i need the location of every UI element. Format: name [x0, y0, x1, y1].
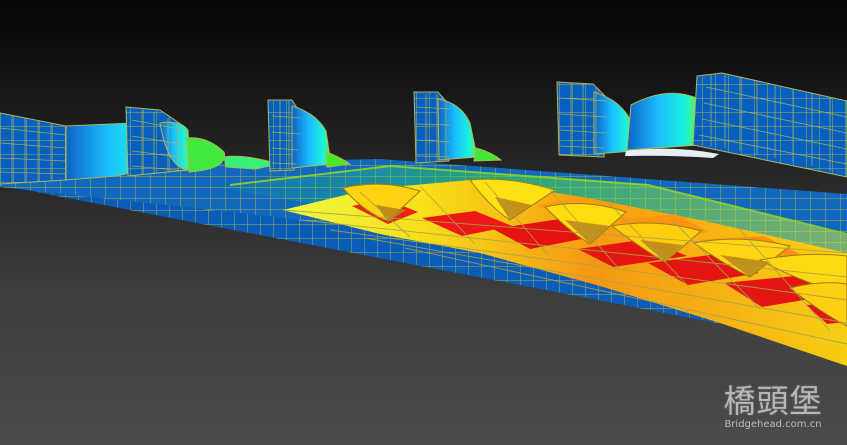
- transverse-diaphragms: [65, 72, 847, 181]
- fea-visualization-viewport: 橋頭堡 Bridgehead.com.cn: [0, 0, 847, 445]
- finite-element-bridge-deck-model: [0, 72, 847, 366]
